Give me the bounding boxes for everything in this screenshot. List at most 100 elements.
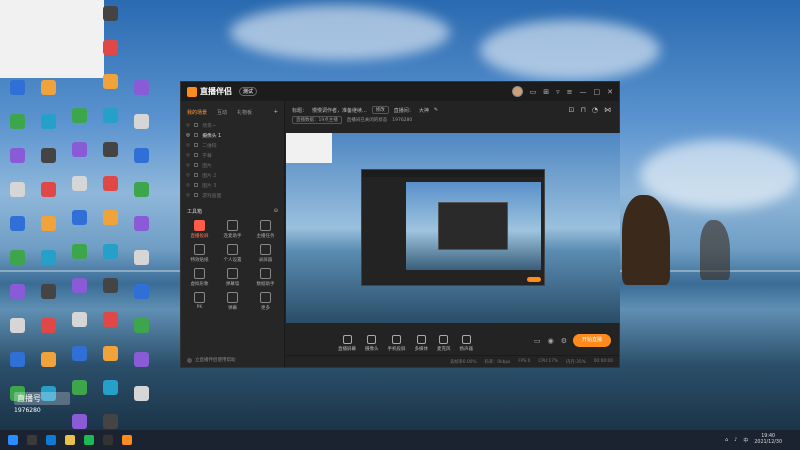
tool-button[interactable]: 录屏器	[249, 244, 282, 263]
desktop-shortcut-icon[interactable]	[93, 40, 127, 55]
tool-button[interactable]: 虚拟形象	[183, 268, 216, 287]
tool-button[interactable]: 特效贴纸	[183, 244, 216, 263]
desktop-shortcut-icon[interactable]	[93, 210, 127, 225]
desktop-shortcut-icon[interactable]	[62, 108, 96, 123]
lock-icon[interactable]: ⊓	[580, 106, 585, 114]
start-live-button[interactable]: 开始直播	[573, 334, 611, 347]
scene-item[interactable]: ◎ 摄像头 1	[181, 130, 284, 140]
tool-button[interactable]: 直播投屏	[183, 220, 216, 239]
desktop-shortcut-icon[interactable]	[62, 414, 96, 429]
eye-icon[interactable]: ◎	[186, 183, 190, 188]
tab-gifts[interactable]: 礼物板	[237, 109, 252, 116]
volume-icon[interactable]: ♪	[734, 437, 737, 443]
desktop-shortcut-icon[interactable]	[31, 284, 65, 299]
version-badge[interactable]: 测试	[239, 87, 258, 96]
eye-icon[interactable]: ◎	[186, 123, 190, 128]
desktop-shortcut-icon[interactable]	[62, 346, 96, 361]
toolbox-more-icon[interactable]: ⊙	[274, 208, 278, 215]
network-icon[interactable]: ⌂	[725, 437, 728, 443]
help-link[interactable]: 立直播伴侣使用帮助	[187, 357, 236, 363]
file-explorer-icon[interactable]	[65, 435, 75, 445]
desktop-shortcut-icon[interactable]	[31, 80, 65, 95]
desktop-shortcut-icon[interactable]	[124, 250, 158, 265]
fullscreen-icon[interactable]: ▭	[534, 337, 541, 345]
desktop-shortcut-icon[interactable]	[124, 114, 158, 129]
desktop-shortcut-icon[interactable]	[31, 148, 65, 163]
scene-item[interactable]: ◎ 图片 3	[181, 180, 284, 190]
tool-button[interactable]: 弹幕	[216, 292, 249, 311]
desktop-shortcut-icon[interactable]	[0, 284, 34, 299]
desktop-shortcut-icon[interactable]	[93, 6, 127, 21]
desktop-shortcut-icon[interactable]	[124, 352, 158, 367]
eye-icon[interactable]: ◎	[186, 173, 190, 178]
stream-data-chip[interactable]: 直播数据：19点主播	[292, 116, 342, 124]
bell-icon[interactable]: ◔	[592, 106, 598, 114]
desktop-shortcut-icon[interactable]	[93, 278, 127, 293]
eye-icon[interactable]: ◎	[186, 133, 190, 138]
stream-preview[interactable]	[286, 133, 620, 323]
share-icon[interactable]: ⋈	[604, 106, 611, 114]
scene-item[interactable]: ◎ 字幕	[181, 150, 284, 160]
scene-item[interactable]: ◎ 图片 2	[181, 170, 284, 180]
desktop-shortcut-icon[interactable]	[0, 250, 34, 265]
eye-icon[interactable]: ◎	[186, 143, 190, 148]
dropdown-icon[interactable]: ▿	[556, 88, 560, 96]
edge-icon[interactable]	[46, 435, 56, 445]
desktop-shortcut-icon[interactable]	[31, 250, 65, 265]
desktop-shortcut-icon[interactable]	[31, 318, 65, 333]
settings-icon[interactable]: ≡	[567, 88, 573, 96]
desktop-shortcut-icon[interactable]	[124, 318, 158, 333]
desktop-shortcut-icon[interactable]	[31, 352, 65, 367]
message-icon[interactable]: ▭	[530, 88, 537, 96]
desktop-shortcut-icon[interactable]	[124, 216, 158, 231]
tiktok-icon[interactable]	[103, 435, 113, 445]
gift-icon[interactable]: ⊞	[543, 88, 549, 96]
desktop-shortcut-icon[interactable]	[62, 278, 96, 293]
desktop-shortcut-icon[interactable]	[124, 386, 158, 401]
lang-indicator[interactable]: 中	[743, 437, 748, 444]
desktop-shortcut-icon[interactable]	[124, 182, 158, 197]
close-button[interactable]: ✕	[607, 88, 613, 96]
desktop-shortcut-icon[interactable]	[31, 216, 65, 231]
desktop-shortcut-icon[interactable]	[93, 380, 127, 395]
desktop-shortcut-icon[interactable]	[93, 312, 127, 327]
desktop-shortcut-icon[interactable]	[62, 210, 96, 225]
scene-item[interactable]: ◎ 二维码	[181, 140, 284, 150]
desktop-shortcut-icon[interactable]	[124, 148, 158, 163]
source-control[interactable]: 扬声器	[460, 334, 473, 352]
desktop-shortcut-icon[interactable]	[93, 74, 127, 89]
source-control[interactable]: 手机投屏	[388, 334, 406, 352]
avatar[interactable]	[511, 86, 523, 97]
tool-button[interactable]: 主播任务	[249, 220, 282, 239]
desktop-shortcut-icon[interactable]	[62, 176, 96, 191]
source-control[interactable]: 多媒体	[415, 334, 428, 352]
tab-scenes[interactable]: 我的场景	[187, 109, 207, 116]
desktop-shortcut-icon[interactable]	[124, 80, 158, 95]
desktop-shortcut-icon[interactable]	[31, 114, 65, 129]
pencil-icon[interactable]: ✎	[434, 107, 438, 113]
desktop-shortcut-icon[interactable]	[0, 318, 34, 333]
eye-icon[interactable]: ◎	[186, 193, 190, 198]
tool-button[interactable]: 个人设置	[216, 244, 249, 263]
desktop-shortcut-icon[interactable]	[0, 182, 34, 197]
tool-button[interactable]: 连麦助手	[216, 220, 249, 239]
add-scene-icon[interactable]: +	[274, 109, 278, 116]
desktop-shortcut-icon[interactable]	[0, 80, 34, 95]
live-companion-taskbar-icon[interactable]	[122, 435, 132, 445]
eye-icon[interactable]: ◎	[186, 153, 190, 158]
desktop-shortcut-icon[interactable]	[0, 216, 34, 231]
desktop-shortcut-icon[interactable]	[62, 142, 96, 157]
desktop-shortcut-icon[interactable]	[0, 114, 34, 129]
desktop-shortcut-icon[interactable]	[93, 244, 127, 259]
windows-start-icon[interactable]	[8, 435, 18, 445]
maximize-button[interactable]: □	[594, 88, 601, 96]
scene-item[interactable]: ◎ 场景一	[181, 120, 284, 130]
minimize-button[interactable]: —	[580, 88, 587, 96]
eye-icon[interactable]: ◎	[186, 163, 190, 168]
desktop-shortcut-icon[interactable]	[124, 284, 158, 299]
search-icon[interactable]	[27, 435, 37, 445]
desktop-shortcut-icon[interactable]	[0, 352, 34, 367]
tool-button[interactable]: 数据助手	[249, 268, 282, 287]
source-control[interactable]: 直播屏幕	[338, 334, 356, 352]
chrome-icon[interactable]	[84, 435, 94, 445]
